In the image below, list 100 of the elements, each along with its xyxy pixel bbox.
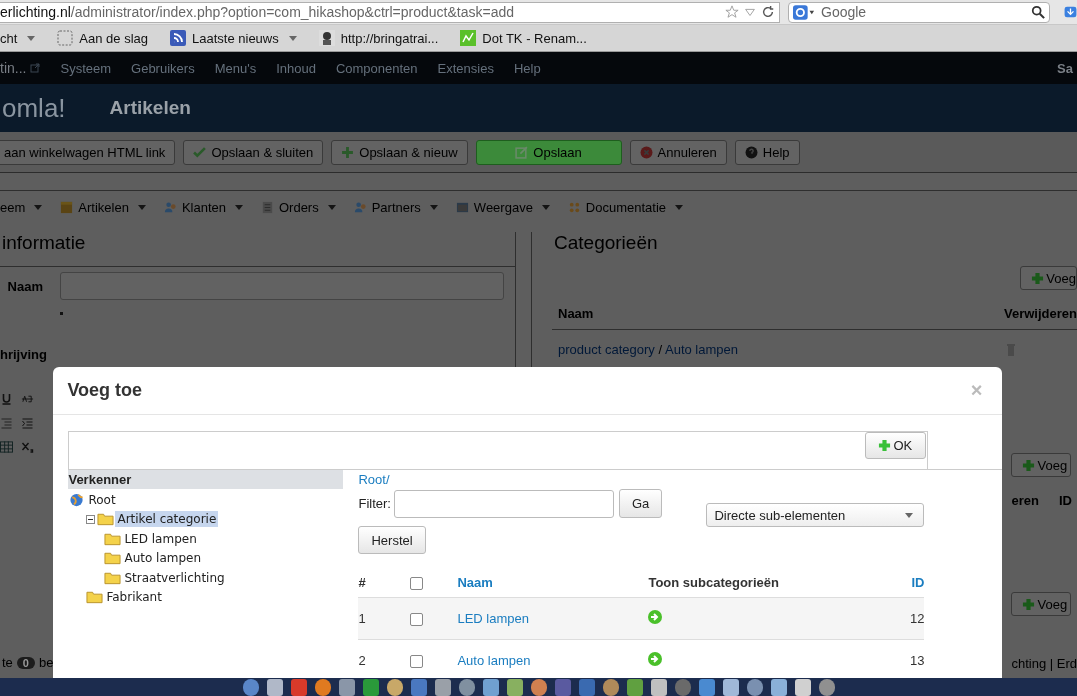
- caret-icon: [675, 204, 684, 210]
- select-all-checkbox[interactable]: [410, 576, 424, 590]
- column-sort-link[interactable]: Naam: [457, 574, 493, 590]
- arrow-right-icon[interactable]: [648, 652, 663, 666]
- name-field[interactable]: [60, 272, 504, 300]
- strikethrough-icon[interactable]: [21, 393, 34, 405]
- app-icon[interactable]: [241, 678, 260, 696]
- bookmark[interactable]: cht: [0, 30, 36, 46]
- collapse-icon[interactable]: [86, 514, 96, 524]
- menu-item[interactable]: Extensies: [437, 60, 494, 76]
- submenu-item[interactable]: Orders: [260, 199, 336, 215]
- edit-icon: [515, 145, 529, 159]
- toolbar-button[interactable]: Opslaan: [475, 139, 622, 165]
- column-header: eren: [1011, 493, 1039, 508]
- field-label: Naam: [6, 278, 43, 294]
- column-sort-link[interactable]: ID: [911, 574, 925, 590]
- app-icon[interactable]: [337, 678, 356, 696]
- column-header: Verwijderen: [1004, 306, 1077, 321]
- subscript-icon[interactable]: [21, 441, 34, 453]
- search-icon[interactable]: [1031, 5, 1045, 19]
- filter-field[interactable]: [393, 489, 614, 518]
- menu-item[interactable]: Systeem: [60, 60, 112, 76]
- menu-item[interactable]: Menu's: [214, 60, 257, 76]
- table-cell: 1: [358, 597, 411, 640]
- underline-icon[interactable]: [0, 393, 13, 405]
- site-title[interactable]: tin...: [0, 60, 27, 76]
- app-icon[interactable]: [625, 678, 644, 696]
- address-field[interactable]: erlichting.nl/administrator/index.php?option=com_hikashop&ctrl=product&task=add: [0, 1, 780, 23]
- app-icon[interactable]: [697, 678, 716, 696]
- bookmark[interactable]: Laatste nieuws: [170, 30, 297, 46]
- external-link-icon[interactable]: [30, 63, 41, 73]
- app-icon[interactable]: [601, 678, 620, 696]
- app-icon[interactable]: [313, 678, 332, 696]
- menu-item[interactable]: Componenten: [335, 60, 418, 76]
- rss-icon: [170, 30, 186, 46]
- add-button[interactable]: Voeg: [1011, 453, 1072, 477]
- app-icon[interactable]: [505, 678, 524, 696]
- app-icon[interactable]: [265, 678, 284, 696]
- tree-item[interactable]: Root: [86, 491, 118, 508]
- add-button[interactable]: Voeg: [1011, 592, 1072, 616]
- app-icon[interactable]: [649, 678, 668, 696]
- bookmark[interactable]: Dot TK - Renam...: [460, 30, 587, 46]
- tree-item[interactable]: LED lampen: [122, 530, 199, 547]
- submenu-item[interactable]: Partners: [353, 199, 438, 215]
- caret-icon: [327, 204, 336, 210]
- scope-select[interactable]: Directe sub-elementen: [706, 503, 925, 527]
- category-link[interactable]: product category: [558, 342, 655, 357]
- toolbar-button[interactable]: Annuleren: [629, 139, 727, 165]
- tree-item[interactable]: Artikel categorie: [115, 511, 219, 528]
- field-label: hrijving: [0, 347, 48, 362]
- arrow-right-icon[interactable]: [648, 610, 663, 624]
- category-link[interactable]: Auto lampen: [665, 342, 738, 357]
- tree-item[interactable]: Fabrikant: [104, 589, 164, 606]
- app-icon[interactable]: [457, 678, 476, 696]
- toolbar-button[interactable]: aan winkelwagen HTML link: [0, 139, 176, 165]
- category-link[interactable]: LED lampen: [457, 611, 529, 626]
- ok-button[interactable]: OK: [865, 432, 927, 459]
- bookmark[interactable]: http://bringatrai...: [318, 30, 439, 46]
- count-badge: 0: [16, 656, 35, 669]
- folder-icon: [86, 590, 104, 605]
- star-icon[interactable]: [725, 5, 739, 19]
- reload-icon[interactable]: [761, 5, 775, 19]
- toolbar-button[interactable]: Opslaan & nieuw: [331, 139, 468, 165]
- search-field[interactable]: Google: [788, 1, 1050, 23]
- app-icon[interactable]: [745, 678, 764, 696]
- toolbar-button[interactable]: Help: [734, 139, 800, 165]
- app-icon[interactable]: [793, 678, 812, 696]
- category-link[interactable]: Auto lampen: [457, 653, 531, 668]
- app-icon[interactable]: [361, 678, 380, 696]
- menu-item[interactable]: Help: [513, 60, 541, 76]
- submenu-item[interactable]: Weergave: [455, 199, 550, 215]
- bookmark[interactable]: Aan de slag: [57, 30, 148, 46]
- tree-item[interactable]: Straatverlichting: [122, 569, 227, 586]
- indent-icon[interactable]: [21, 417, 34, 429]
- app-icon[interactable]: [817, 678, 836, 696]
- toolbar-button[interactable]: Opslaan & sluiten: [183, 139, 324, 165]
- app-icon[interactable]: [385, 678, 404, 696]
- app-icon[interactable]: [529, 678, 548, 696]
- tree-item[interactable]: Auto lampen: [122, 550, 204, 567]
- menu-item[interactable]: Gebruikers: [131, 60, 195, 76]
- user-menu[interactable]: Sa: [1057, 60, 1077, 76]
- add-button[interactable]: Voeg: [1020, 266, 1077, 290]
- app-icon[interactable]: [433, 678, 452, 696]
- submenu-item[interactable]: Artikelen: [60, 199, 146, 215]
- table-icon[interactable]: [0, 441, 13, 453]
- submenu-item[interactable]: Klanten: [163, 199, 243, 215]
- submenu-item[interactable]: Documentatie: [567, 199, 684, 215]
- row-checkbox[interactable]: [410, 655, 424, 669]
- submenu-item[interactable]: eem: [0, 199, 43, 215]
- go-button[interactable]: Ga: [618, 489, 663, 518]
- bullet-icon: [60, 312, 63, 315]
- row-checkbox[interactable]: [410, 613, 424, 627]
- menu-item[interactable]: Inhoud: [276, 60, 316, 76]
- app-icon[interactable]: [481, 678, 500, 696]
- app-icon[interactable]: [721, 678, 740, 696]
- caret-icon: [905, 512, 914, 518]
- reset-button[interactable]: Herstel: [358, 526, 426, 554]
- breadcrumb-link[interactable]: Root/: [358, 472, 925, 487]
- app-icon[interactable]: [769, 678, 788, 696]
- caret-icon: [234, 204, 243, 210]
